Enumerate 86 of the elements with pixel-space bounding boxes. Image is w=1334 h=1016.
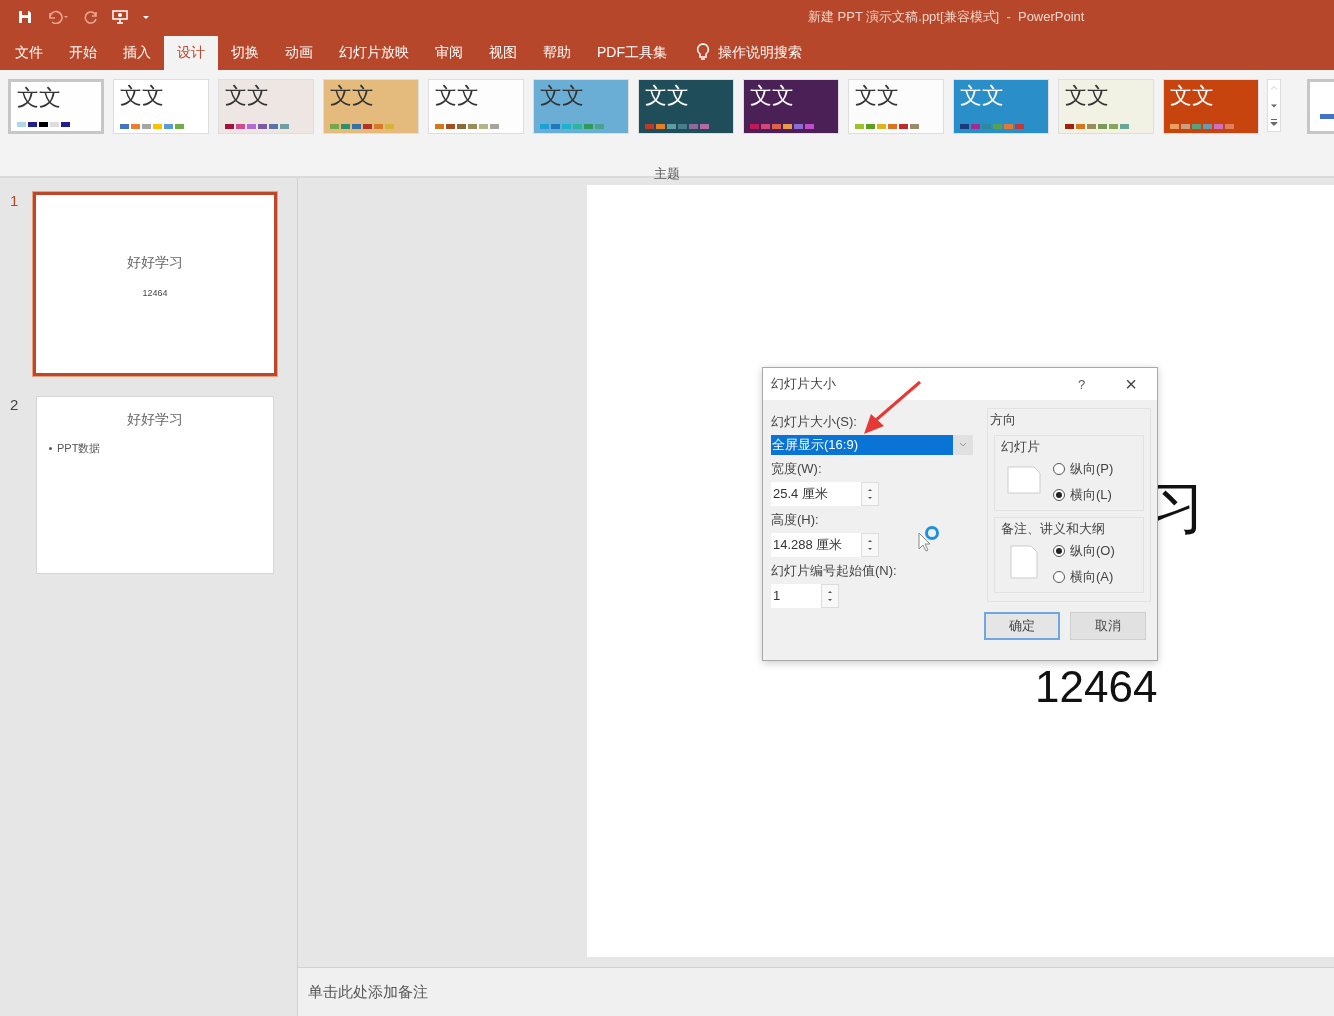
ribbon-tab[interactable]: 动画 [272,36,326,70]
theme-thumbnail[interactable]: 文文 [953,79,1049,134]
close-button[interactable]: × [1125,372,1137,396]
theme-thumbnail[interactable]: 文文 [743,79,839,134]
slide-thumbnail[interactable]: 好好学习 12464 [33,192,277,376]
group-label: 幻灯片 [1001,439,1040,454]
help-button[interactable]: ? [1078,376,1086,392]
arrow-annotation [862,380,924,436]
radio-button[interactable] [1053,571,1065,583]
portrait-page-icon [1007,545,1041,579]
theme-sample-text: 文文 [225,84,270,108]
radio-label[interactable]: 纵向(O) [1070,542,1115,560]
cancel-button[interactable]: 取消 [1070,612,1146,640]
theme-thumbnail[interactable]: 文文 [533,79,629,134]
busy-icon [924,525,940,541]
radio-label[interactable]: 纵向(P) [1070,460,1114,478]
ribbon-tab[interactable]: 帮助 [530,36,584,70]
theme-sample-text: 文文 [435,84,480,108]
customize-caret-icon[interactable] [142,13,150,21]
landscape-page-icon [1007,466,1041,494]
ribbon-tab[interactable]: 切换 [218,36,272,70]
ribbon-tab[interactable]: 插入 [110,36,164,70]
variant-thumbnail[interactable] [1307,79,1334,134]
ribbon-tab[interactable]: 视图 [476,36,530,70]
group-label: 方向 [990,411,1017,429]
ribbon-tab[interactable]: 审阅 [422,36,476,70]
theme-sample-text: 文文 [17,86,62,110]
theme-thumbnail[interactable]: 文文 [323,79,419,134]
field-label: 高度(H): [771,511,820,529]
ribbon-tab[interactable]: 文件 [2,36,56,70]
ok-button[interactable]: 确定 [984,612,1060,640]
ribbon-tab[interactable]: 设计 [164,36,218,70]
group-label: 主题 [654,165,680,183]
theme-thumbnail[interactable]: 文文 [638,79,734,134]
redo-icon[interactable] [84,10,98,24]
number-field[interactable]: 14.288 厘米 [771,533,861,557]
theme-sample-text: 文文 [330,84,375,108]
slide-thumbnail[interactable]: 好好学习 PPT数据 [36,396,274,574]
field-label: 宽度(W): [771,460,823,478]
ribbon-tab[interactable]: PDF工具集 [584,36,680,70]
tell-me-search[interactable]: 操作说明搜索 [718,36,802,70]
field-label: 幻灯片大小(S): [771,413,858,431]
cursor-icon [918,532,930,552]
number-field[interactable]: 1 [771,584,821,608]
notes-bar[interactable]: 单击此处添加备注 [298,967,1334,1016]
group-label: 备注、讲义和大纲 [1001,521,1105,536]
bullet-text: PPT数据 [57,441,101,456]
slide-title: 好好学习 [127,411,183,429]
theme-thumbnail[interactable]: 文文 [8,79,104,134]
save-icon[interactable] [18,10,32,24]
ribbon-tab[interactable]: 幻灯片放映 [326,36,422,70]
theme-thumbnail[interactable]: 文文 [428,79,524,134]
dialog-title: 幻灯片大小 [771,375,837,393]
theme-thumbnail[interactable]: 文文 [848,79,944,134]
slideshow-icon[interactable] [112,9,128,25]
slide-subtitle-text: 12464 [1035,663,1158,711]
radio-button[interactable] [1053,463,1065,475]
window-title: 新建 PPT 演示文稿.ppt[兼容模式] - PowerPoint [808,8,1085,26]
bullet-icon [49,447,52,450]
number-field[interactable]: 25.4 厘米 [771,482,861,506]
radio-button[interactable] [1053,545,1065,557]
slide-subtitle: 12464 [142,288,168,298]
radio-label[interactable]: 横向(A) [1070,568,1114,586]
theme-sample-text: 文文 [645,84,690,108]
undo-icon[interactable] [46,10,70,24]
notes-placeholder: 单击此处添加备注 [308,982,428,1002]
slide-number: 1 [9,192,20,209]
caret-icon [959,442,967,448]
theme-thumbnail[interactable]: 文文 [113,79,209,134]
theme-thumbnail[interactable]: 文文 [1163,79,1259,134]
theme-sample-text: 文文 [960,84,1005,108]
radio-label[interactable]: 横向(L) [1070,486,1112,504]
theme-sample-text: 文文 [750,84,795,108]
slide-title: 好好学习 [127,254,183,272]
theme-sample-text: 文文 [120,84,165,108]
radio-button[interactable] [1053,489,1065,501]
theme-sample-text: 文文 [855,84,900,108]
theme-thumbnail[interactable]: 文文 [1058,79,1154,134]
theme-sample-text: 文文 [1065,84,1110,108]
theme-sample-text: 文文 [1170,84,1215,108]
slide-number: 2 [9,396,20,413]
theme-thumbnail[interactable]: 文文 [218,79,314,134]
theme-sample-text: 文文 [540,84,585,108]
field-label: 幻灯片编号起始值(N): [771,562,898,580]
lightbulb-icon [696,43,710,61]
ribbon-tab[interactable]: 开始 [56,36,110,70]
